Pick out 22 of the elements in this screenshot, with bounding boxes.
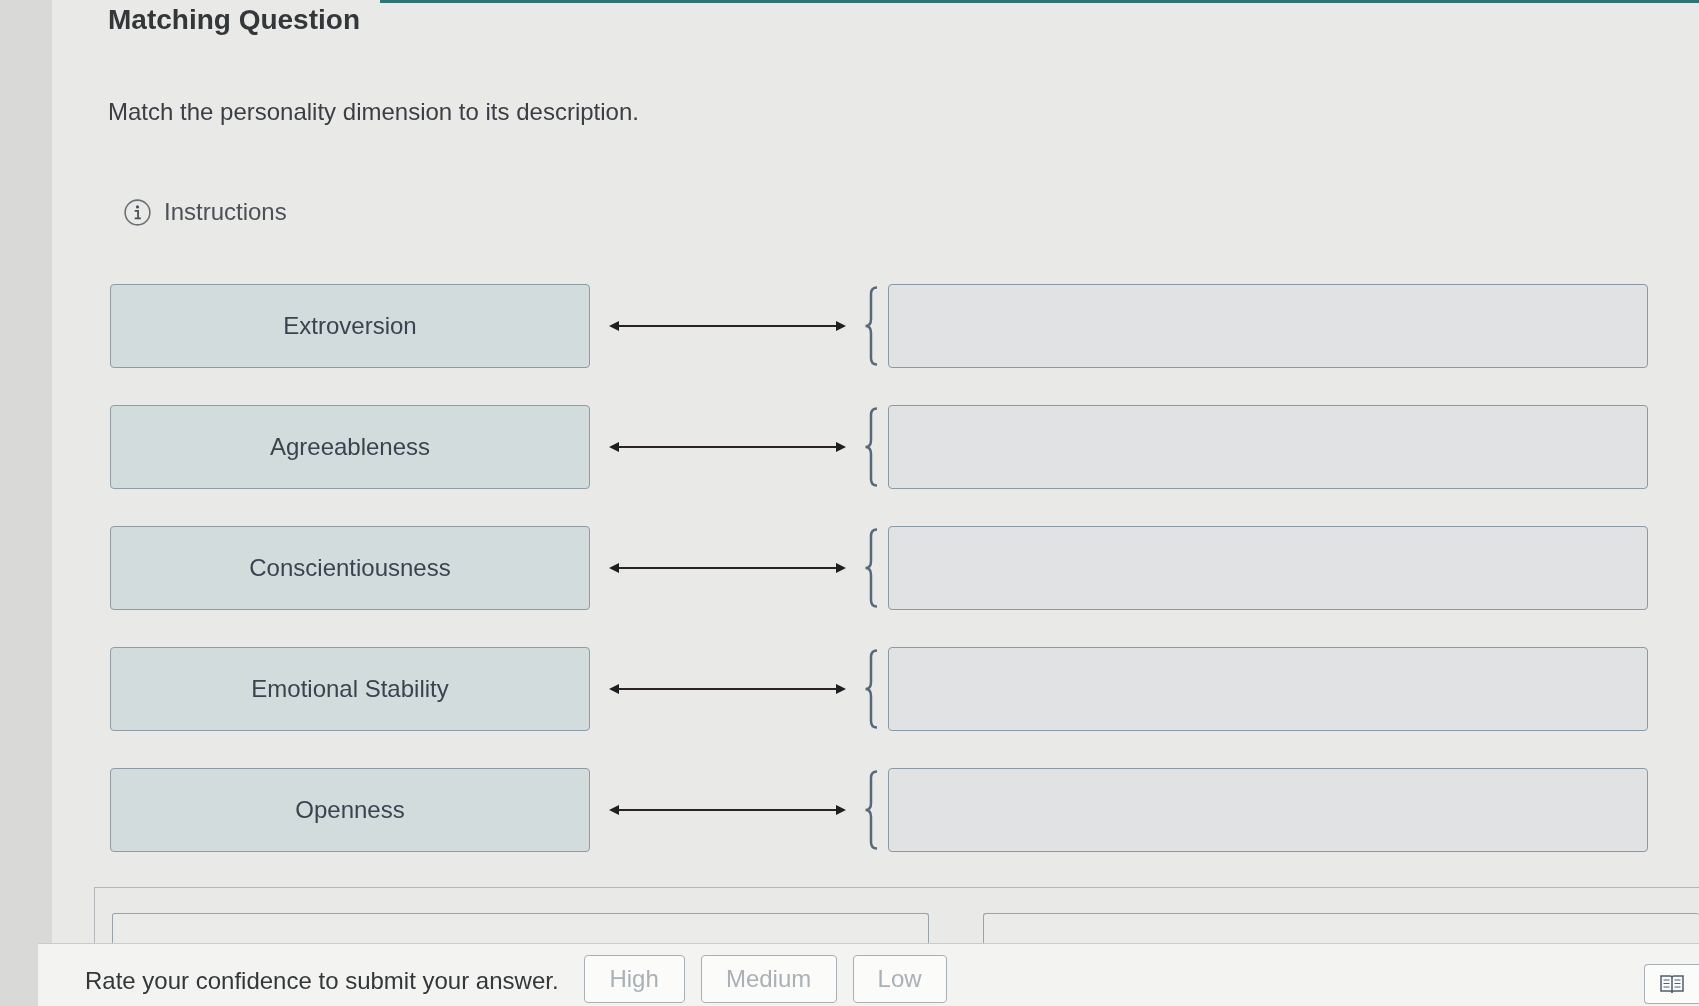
confidence-prompt: Rate your confidence to submit your answer. xyxy=(85,966,559,996)
brace-icon xyxy=(864,769,878,850)
answer-drop-box[interactable] xyxy=(888,767,1648,852)
term-card[interactable]: Openness xyxy=(110,767,590,852)
answer-drop-box[interactable] xyxy=(888,646,1648,731)
instructions-button[interactable]: Instructions xyxy=(124,197,287,227)
brace-icon xyxy=(864,527,878,608)
term-card[interactable]: Emotional Stability xyxy=(110,646,590,731)
brace-icon xyxy=(864,648,878,729)
book-icon xyxy=(1660,974,1684,994)
info-icon xyxy=(124,198,151,226)
question-prompt: Match the personality dimension to its description. xyxy=(108,97,639,127)
question-title: Matching Question xyxy=(108,3,360,37)
brace-icon xyxy=(864,285,878,366)
answer-drop-box[interactable] xyxy=(888,404,1648,489)
term-card[interactable]: Agreeableness xyxy=(110,404,590,489)
term-card[interactable]: Conscientiousness xyxy=(110,525,590,610)
answer-drop-box[interactable] xyxy=(888,525,1648,610)
brace-icon xyxy=(864,406,878,487)
answer-drop-box[interactable] xyxy=(888,283,1648,368)
term-card[interactable]: Extroversion xyxy=(110,283,590,368)
reader-button[interactable] xyxy=(1644,964,1699,1004)
